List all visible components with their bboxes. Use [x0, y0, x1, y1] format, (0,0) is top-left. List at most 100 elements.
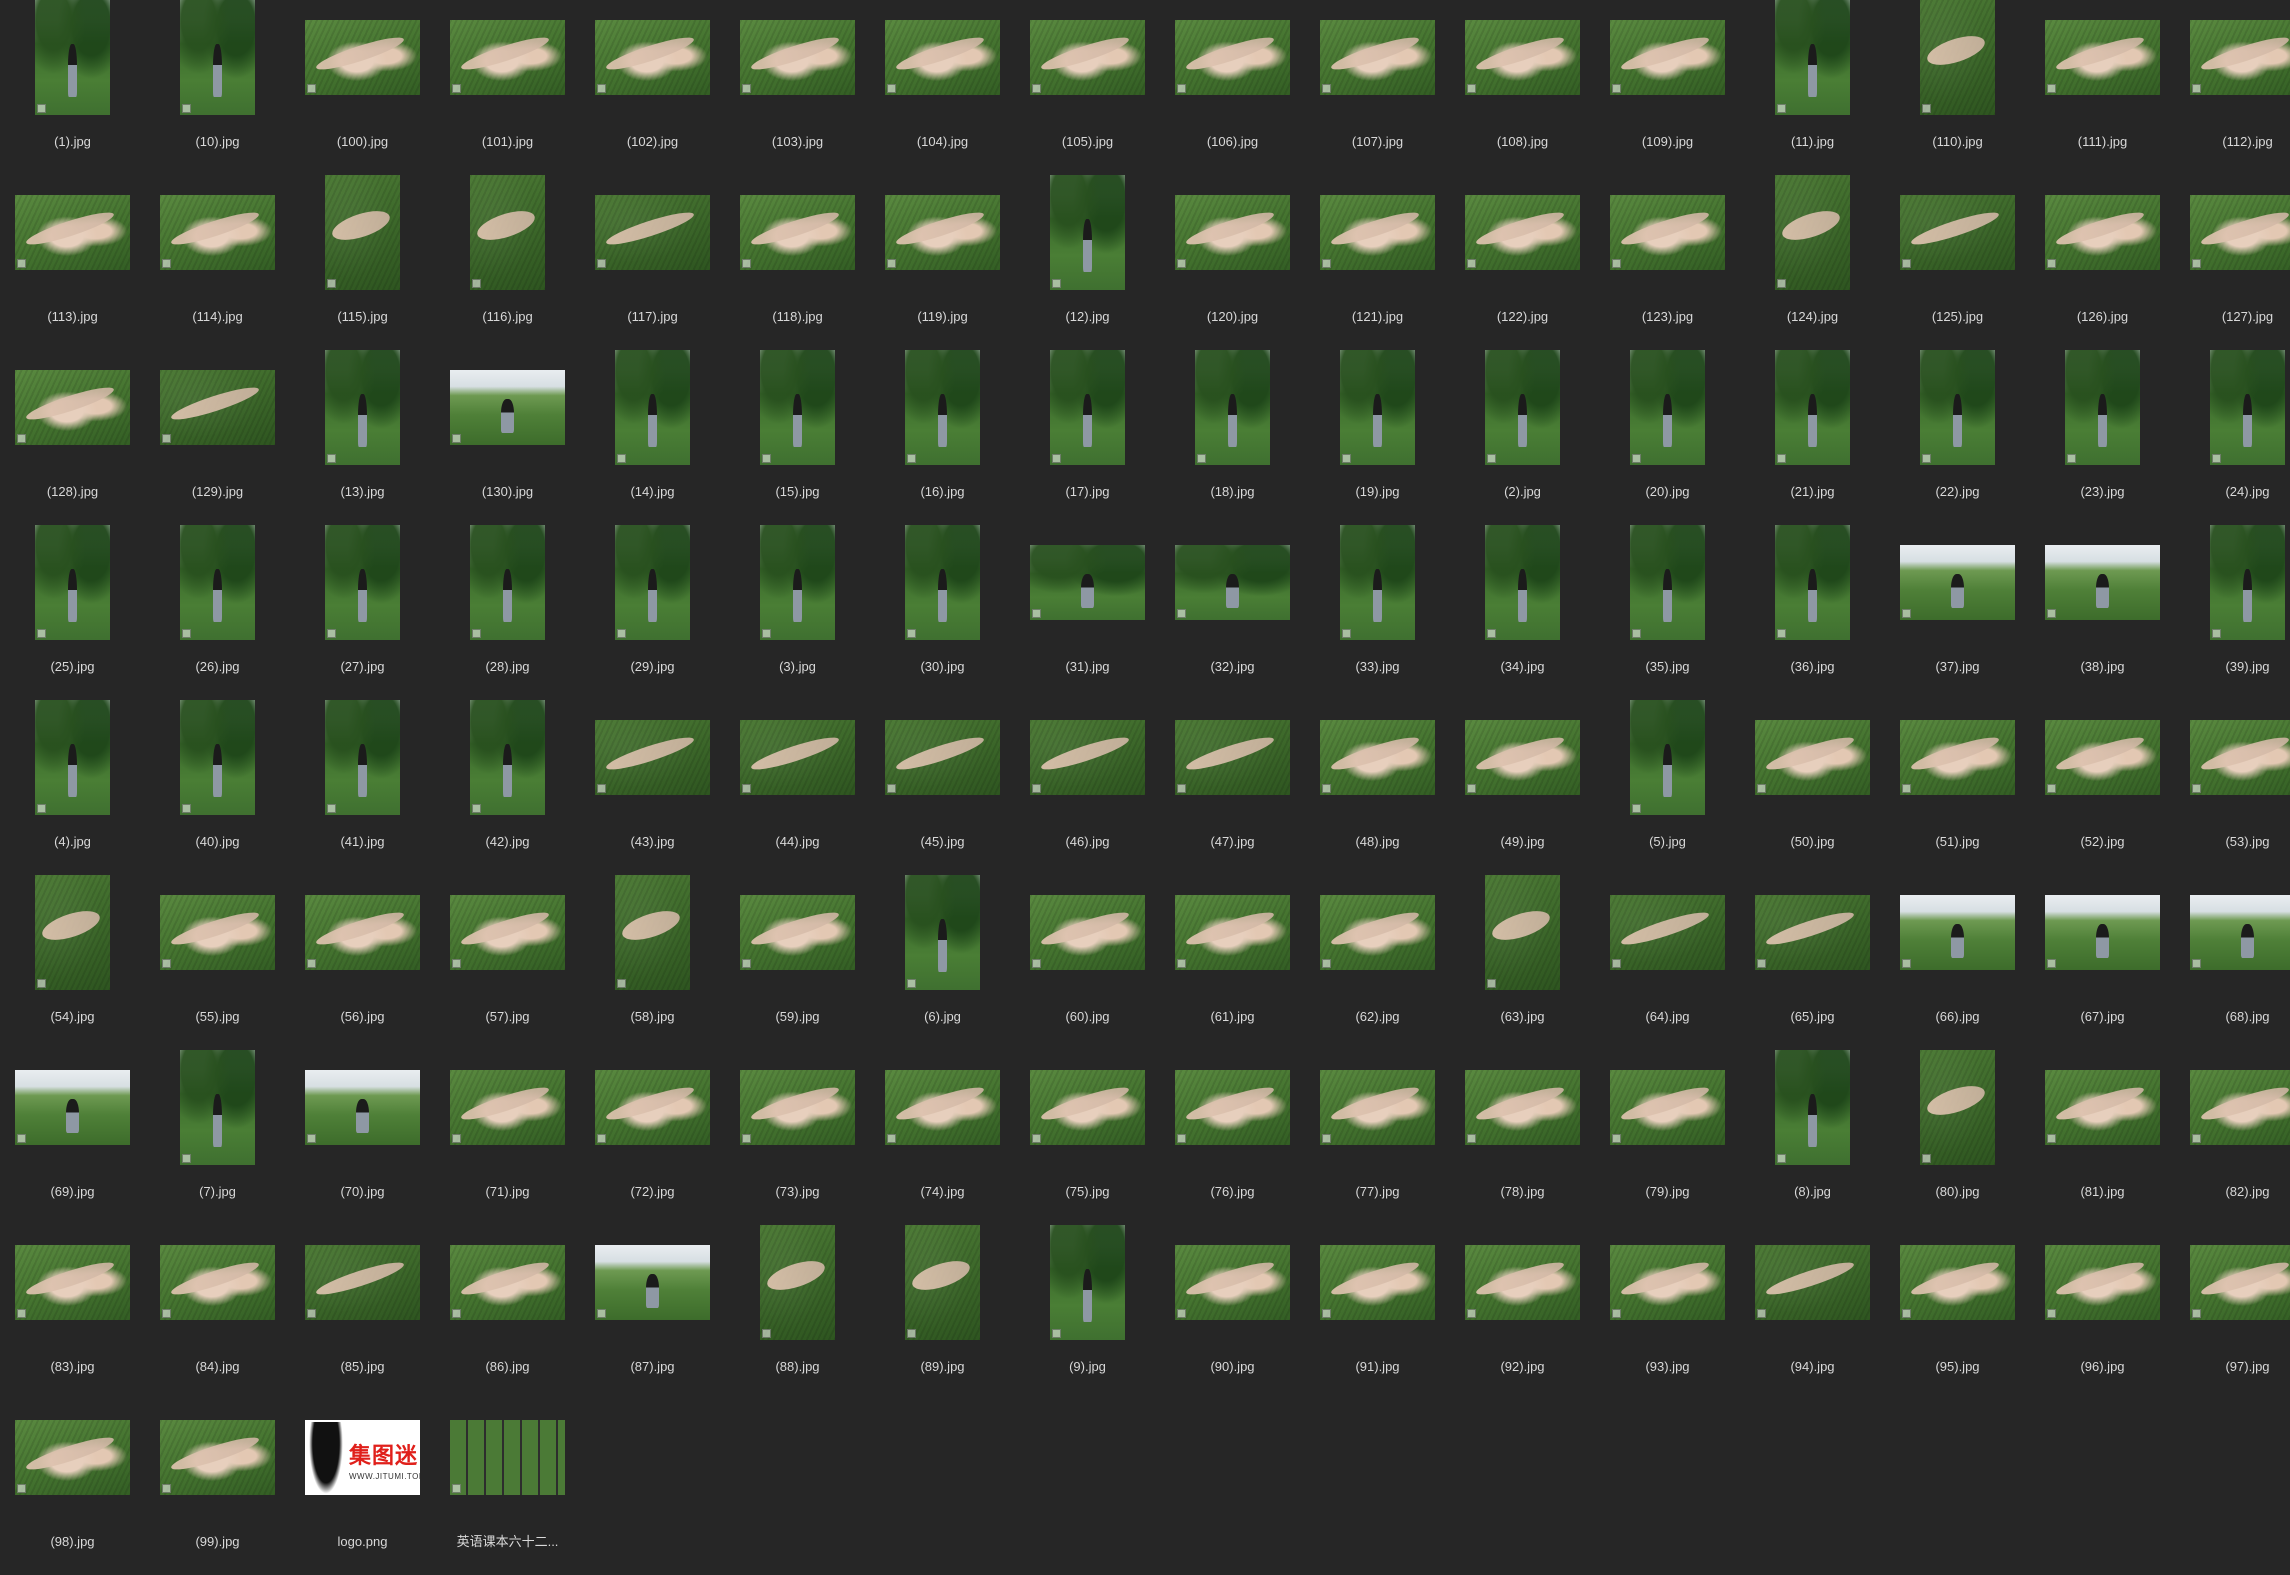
file-item[interactable]: (62).jpg — [1305, 875, 1450, 1035]
image-thumbnail[interactable] — [35, 700, 110, 815]
image-thumbnail[interactable] — [1485, 875, 1560, 990]
image-thumbnail[interactable] — [1050, 175, 1125, 290]
file-item[interactable]: (91).jpg — [1305, 1225, 1450, 1385]
file-item[interactable]: (60).jpg — [1015, 875, 1160, 1035]
file-item[interactable]: (29).jpg — [580, 525, 725, 685]
file-item[interactable]: (3).jpg — [725, 525, 870, 685]
file-item[interactable]: (83).jpg — [0, 1225, 145, 1385]
file-item[interactable]: (106).jpg — [1160, 0, 1305, 160]
image-thumbnail[interactable] — [1175, 195, 1290, 270]
file-item[interactable]: (75).jpg — [1015, 1050, 1160, 1210]
image-thumbnail[interactable] — [325, 700, 400, 815]
image-thumbnail[interactable] — [470, 525, 545, 640]
image-thumbnail[interactable] — [2045, 545, 2160, 620]
file-item[interactable]: (117).jpg — [580, 175, 725, 335]
file-item[interactable]: (81).jpg — [2030, 1050, 2175, 1210]
file-item[interactable]: (22).jpg — [1885, 350, 2030, 510]
image-thumbnail[interactable] — [470, 700, 545, 815]
file-item[interactable]: (90).jpg — [1160, 1225, 1305, 1385]
file-item[interactable]: (45).jpg — [870, 700, 1015, 860]
image-thumbnail[interactable] — [760, 350, 835, 465]
image-thumbnail[interactable] — [1610, 195, 1725, 270]
image-thumbnail[interactable] — [1175, 895, 1290, 970]
image-thumbnail[interactable] — [35, 875, 110, 990]
file-item[interactable]: (23).jpg — [2030, 350, 2175, 510]
image-thumbnail[interactable] — [2210, 350, 2285, 465]
file-item[interactable]: (46).jpg — [1015, 700, 1160, 860]
file-item[interactable]: (87).jpg — [580, 1225, 725, 1385]
image-thumbnail[interactable] — [1630, 700, 1705, 815]
image-thumbnail[interactable] — [2190, 1245, 2290, 1320]
file-item[interactable]: (26).jpg — [145, 525, 290, 685]
image-thumbnail[interactable] — [615, 350, 690, 465]
file-item[interactable]: (53).jpg — [2175, 700, 2290, 860]
image-thumbnail[interactable] — [35, 525, 110, 640]
file-item[interactable]: (7).jpg — [145, 1050, 290, 1210]
image-thumbnail[interactable] — [615, 875, 690, 990]
image-thumbnail[interactable] — [740, 20, 855, 95]
image-thumbnail[interactable] — [1630, 525, 1705, 640]
image-thumbnail[interactable] — [1175, 545, 1290, 620]
image-thumbnail[interactable] — [1340, 350, 1415, 465]
file-item[interactable]: (61).jpg — [1160, 875, 1305, 1035]
file-item[interactable]: (79).jpg — [1595, 1050, 1740, 1210]
file-item[interactable]: (118).jpg — [725, 175, 870, 335]
image-thumbnail[interactable] — [1900, 720, 2015, 795]
file-item[interactable]: (66).jpg — [1885, 875, 2030, 1035]
image-thumbnail[interactable] — [15, 1070, 130, 1145]
file-item[interactable]: (4).jpg — [0, 700, 145, 860]
file-item[interactable]: (15).jpg — [725, 350, 870, 510]
file-item[interactable]: (112).jpg — [2175, 0, 2290, 160]
image-thumbnail[interactable] — [1320, 1070, 1435, 1145]
image-thumbnail[interactable] — [180, 700, 255, 815]
image-thumbnail[interactable] — [885, 720, 1000, 795]
file-item[interactable]: (58).jpg — [580, 875, 725, 1035]
image-thumbnail[interactable] — [2190, 20, 2290, 95]
image-thumbnail[interactable] — [15, 1420, 130, 1495]
image-thumbnail[interactable] — [1610, 1245, 1725, 1320]
image-thumbnail[interactable] — [305, 20, 420, 95]
image-thumbnail[interactable] — [450, 895, 565, 970]
image-thumbnail[interactable] — [325, 525, 400, 640]
image-thumbnail[interactable] — [1755, 895, 1870, 970]
file-item[interactable]: (123).jpg — [1595, 175, 1740, 335]
file-item[interactable]: (130).jpg — [435, 350, 580, 510]
image-thumbnail[interactable] — [1320, 895, 1435, 970]
image-thumbnail[interactable] — [2045, 720, 2160, 795]
image-thumbnail[interactable] — [615, 525, 690, 640]
file-item[interactable]: (6).jpg — [870, 875, 1015, 1035]
file-item[interactable]: (85).jpg — [290, 1225, 435, 1385]
file-item[interactable]: (84).jpg — [145, 1225, 290, 1385]
image-thumbnail[interactable] — [595, 20, 710, 95]
file-item[interactable]: (50).jpg — [1740, 700, 1885, 860]
file-item[interactable]: (9).jpg — [1015, 1225, 1160, 1385]
image-thumbnail[interactable] — [450, 1070, 565, 1145]
image-thumbnail[interactable] — [760, 525, 835, 640]
file-item[interactable]: (102).jpg — [580, 0, 725, 160]
image-thumbnail[interactable] — [1610, 895, 1725, 970]
image-thumbnail[interactable] — [1320, 1245, 1435, 1320]
image-thumbnail[interactable] — [325, 350, 400, 465]
file-item[interactable]: (99).jpg — [145, 1400, 290, 1560]
image-thumbnail[interactable] — [1175, 20, 1290, 95]
image-thumbnail[interactable] — [1340, 525, 1415, 640]
file-item[interactable]: (64).jpg — [1595, 875, 1740, 1035]
image-thumbnail[interactable] — [1920, 1050, 1995, 1165]
file-item[interactable]: (2).jpg — [1450, 350, 1595, 510]
file-item[interactable]: (28).jpg — [435, 525, 580, 685]
file-item[interactable]: (126).jpg — [2030, 175, 2175, 335]
file-item[interactable]: (13).jpg — [290, 350, 435, 510]
file-item[interactable]: (30).jpg — [870, 525, 1015, 685]
file-item[interactable]: (42).jpg — [435, 700, 580, 860]
file-item[interactable]: (52).jpg — [2030, 700, 2175, 860]
image-thumbnail[interactable] — [595, 720, 710, 795]
image-thumbnail[interactable] — [885, 195, 1000, 270]
image-thumbnail[interactable] — [2045, 1070, 2160, 1145]
image-thumbnail[interactable] — [1030, 20, 1145, 95]
image-thumbnail[interactable] — [160, 195, 275, 270]
image-thumbnail[interactable] — [1465, 1070, 1580, 1145]
file-item[interactable]: (51).jpg — [1885, 700, 2030, 860]
image-thumbnail[interactable] — [180, 525, 255, 640]
file-item[interactable]: (71).jpg — [435, 1050, 580, 1210]
file-item[interactable]: (115).jpg — [290, 175, 435, 335]
